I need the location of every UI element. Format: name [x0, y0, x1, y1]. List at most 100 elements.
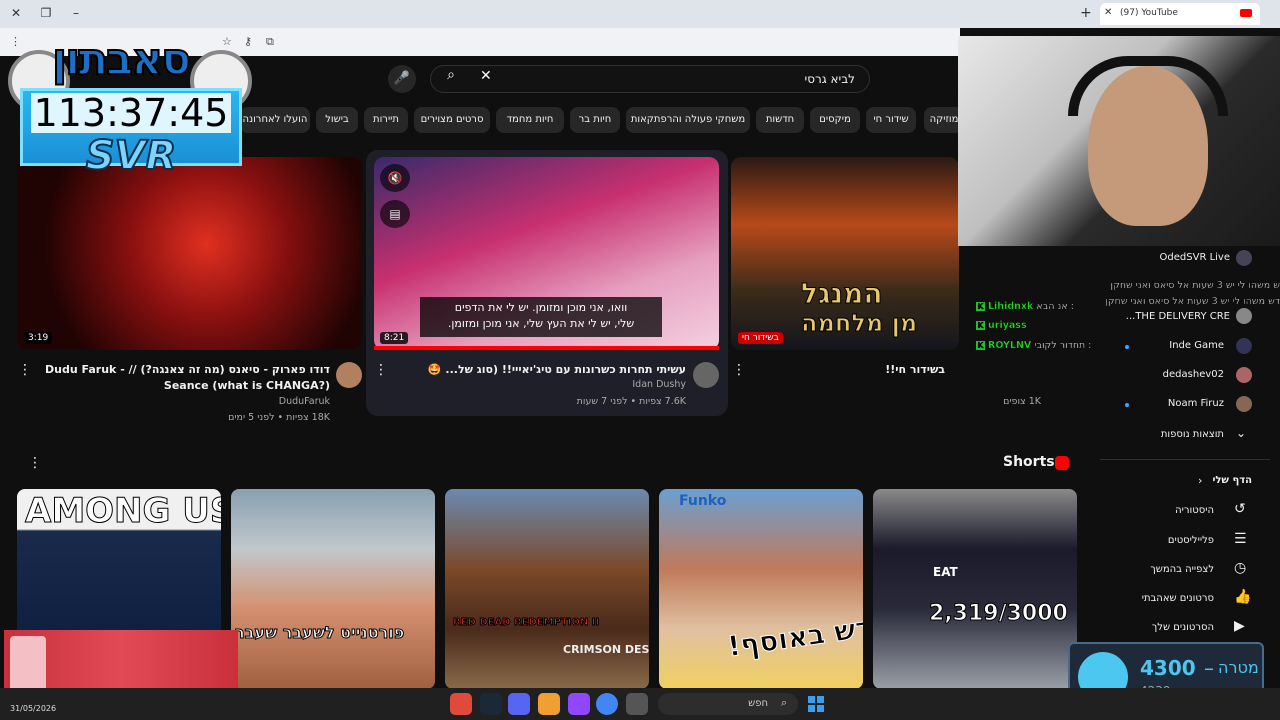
headphones [1068, 56, 1228, 116]
video-captions: וואו, אני מוכן ומזומן. יש לי את הדפים של… [420, 297, 662, 337]
overlay-brand: SVR [85, 132, 178, 180]
short-subtitle: Funko [679, 493, 727, 509]
caption-line: וואו, אני מוכן ומזומן. יש לי את הדפים [454, 301, 628, 314]
chip-tourism[interactable]: תיירות [364, 107, 408, 133]
goal-current: 4300 [1140, 656, 1196, 680]
chip-mixes[interactable]: מיקסים [810, 107, 860, 133]
chat-line: ש משהו לי יש 3 שעות אל סיאס ואני שחקן [1110, 280, 1280, 291]
more-options-icon[interactable]: ⋮ [732, 362, 746, 378]
captions-icon[interactable]: ▤ [380, 200, 410, 228]
shorts-heading: Shorts [1003, 454, 1055, 470]
chip-cooking[interactable]: בישול [316, 107, 358, 133]
taskbar-search[interactable]: חפש [658, 693, 798, 715]
channel-avatar[interactable] [336, 362, 362, 388]
short-card[interactable]: EAT 2,319/3000 [873, 489, 1077, 689]
chevron-down-icon[interactable]: ⌄ [1236, 426, 1246, 440]
file-explorer-icon[interactable] [626, 693, 648, 715]
progress-bar[interactable] [374, 346, 719, 350]
short-subtitle: EAT [933, 565, 958, 579]
short-subtitle: RED DEAD REDEMPTION II [452, 617, 600, 629]
more-options-icon[interactable]: ⋮ [18, 362, 32, 378]
voice-search-icon[interactable]: 🎤 [388, 65, 416, 93]
channel-avatar[interactable] [693, 362, 719, 388]
search-icon[interactable]: ⌕ [433, 67, 469, 91]
timer-value: 113:37:45 [31, 93, 231, 133]
show-more-link[interactable]: תוצאות נוספות [1161, 429, 1224, 440]
chip-music[interactable]: מוזיקה [924, 107, 960, 133]
you-section-title[interactable]: הדף שלי [1212, 475, 1252, 486]
windows-start-icon[interactable] [808, 696, 824, 712]
video-meta: 7.6K צפיות • לפני 7 שעות [576, 396, 686, 407]
live-badge: בשידור חי [738, 332, 783, 344]
app-icon[interactable] [538, 693, 560, 715]
sidebar-divider [1100, 459, 1270, 460]
chrome-icon[interactable] [596, 693, 618, 715]
sidebar-item-liked[interactable]: סרטונים שאהבתי [1142, 593, 1214, 604]
chip-pets[interactable]: חיות מחמד [496, 107, 564, 133]
video-duration: 8:21 [380, 332, 409, 344]
video-title[interactable]: דודו פארוק - סיאנס (מה זה צאנגה?) // Dud… [34, 362, 330, 394]
chat-line: Kuriyass [976, 320, 1027, 331]
chevron-right-icon[interactable]: › [1198, 474, 1202, 487]
chat-message: תחדור לקובי : [1034, 340, 1092, 351]
sidebar-item-watch-later[interactable]: לצפייה בהמשך [1150, 564, 1214, 575]
overlay-logo-title: סאבתון [51, 33, 192, 86]
chat-username: uriyass [988, 320, 1027, 331]
chip-wildlife[interactable]: חיות בר [570, 107, 620, 133]
stream-chat-overlay: ש משהו לי יש 3 שעות אל סיאס ואני שחקן דש… [970, 250, 1280, 395]
short-card[interactable]: RED DEAD REDEMPTION II CRIMSON DESERT [445, 489, 649, 689]
video-thumbnail[interactable]: המנגל מן מלחמה [731, 157, 959, 350]
filter-chips: מוזיקה שידור חי מיקסים חדשות משחקי פעולה… [240, 107, 960, 133]
chat-line: K Lihidnxk אנ הבא : [976, 301, 1074, 312]
sidebar-item-history[interactable]: היסטוריה [1175, 505, 1214, 516]
video-title[interactable]: עשיתי תחרות כשרונות עם טיג'יאייי!! (סוג … [390, 362, 686, 378]
new-content-dot [1125, 403, 1129, 407]
playlist-icon: ☰ [1234, 531, 1247, 547]
discord-icon[interactable] [508, 693, 530, 715]
subathon-timer: 113:37:45 SVR [20, 88, 242, 180]
chip-action-games[interactable]: משחקי פעולה והרפתקאות [626, 107, 750, 133]
chip-cartoons[interactable]: סרטים מצוירים [414, 107, 490, 133]
clock-icon: ◷ [1234, 560, 1247, 576]
shorts-more-icon[interactable]: ⋮ [28, 455, 42, 471]
new-tab-button[interactable]: + [1080, 5, 1092, 21]
short-card[interactable]: Funko חדש באוסף! [659, 489, 863, 689]
short-card[interactable]: פורטנייט לשעבר שעבר [231, 489, 435, 689]
video-title[interactable]: בשידור חי!! [745, 362, 945, 378]
chat-username: Lihidnxk [988, 301, 1034, 312]
history-icon: ↺ [1234, 501, 1246, 517]
sidebar-item-playlists[interactable]: פלייליסטים [1168, 535, 1214, 546]
channel-name[interactable]: DuduFaruk [34, 396, 330, 407]
chip-live[interactable]: שידור חי [866, 107, 916, 133]
chat-line: K ROYLNV תחדור לקובי : [976, 340, 1092, 351]
more-options-icon[interactable]: ⋮ [374, 362, 388, 378]
chat-message: אנ הבא : [1036, 301, 1074, 312]
mute-icon[interactable]: 🔇 [380, 164, 410, 192]
tab-title: (97) YouTube [1120, 8, 1178, 18]
extension-icon[interactable]: ⧉ [266, 35, 274, 49]
youtube-favicon-icon [1240, 9, 1252, 17]
browser-tab-youtube[interactable]: ✕ (97) YouTube [1100, 3, 1260, 25]
channel-avatar [1236, 396, 1252, 412]
search-input[interactable]: לביא גרסי [430, 65, 870, 93]
short-title: CRIMSON DESERT [563, 643, 649, 656]
tab-close-icon[interactable]: ✕ [1104, 7, 1112, 18]
twitch-icon[interactable] [568, 693, 590, 715]
video-duration: 3:19 [24, 332, 53, 344]
channel-name[interactable]: Idan Dushy [390, 379, 686, 390]
app-icon[interactable] [450, 693, 472, 715]
shorts-icon [1055, 456, 1069, 470]
chat-username: ROYLNV [988, 340, 1032, 351]
streamer-webcam [958, 36, 1280, 246]
chip-news[interactable]: חדשות [756, 107, 804, 133]
caption-line: שלי, יש לי את העץ שלי, אני מוכן ומזומן. [447, 317, 635, 330]
steam-icon[interactable] [480, 693, 502, 715]
thumb-text: המנגל [801, 277, 884, 311]
clear-search-icon[interactable]: ✕ [480, 68, 492, 84]
search-icon: ⌕ [781, 696, 788, 709]
short-title: פורטנייט לשעבר שעבר [234, 623, 405, 643]
subscription-item[interactable]: Noam Firuz [1168, 398, 1224, 409]
short-title: AMONG US [24, 491, 221, 532]
sidebar-item-your-videos[interactable]: הסרטונים שלך [1152, 622, 1214, 633]
thumb-text: מן מלחמה [800, 309, 918, 338]
